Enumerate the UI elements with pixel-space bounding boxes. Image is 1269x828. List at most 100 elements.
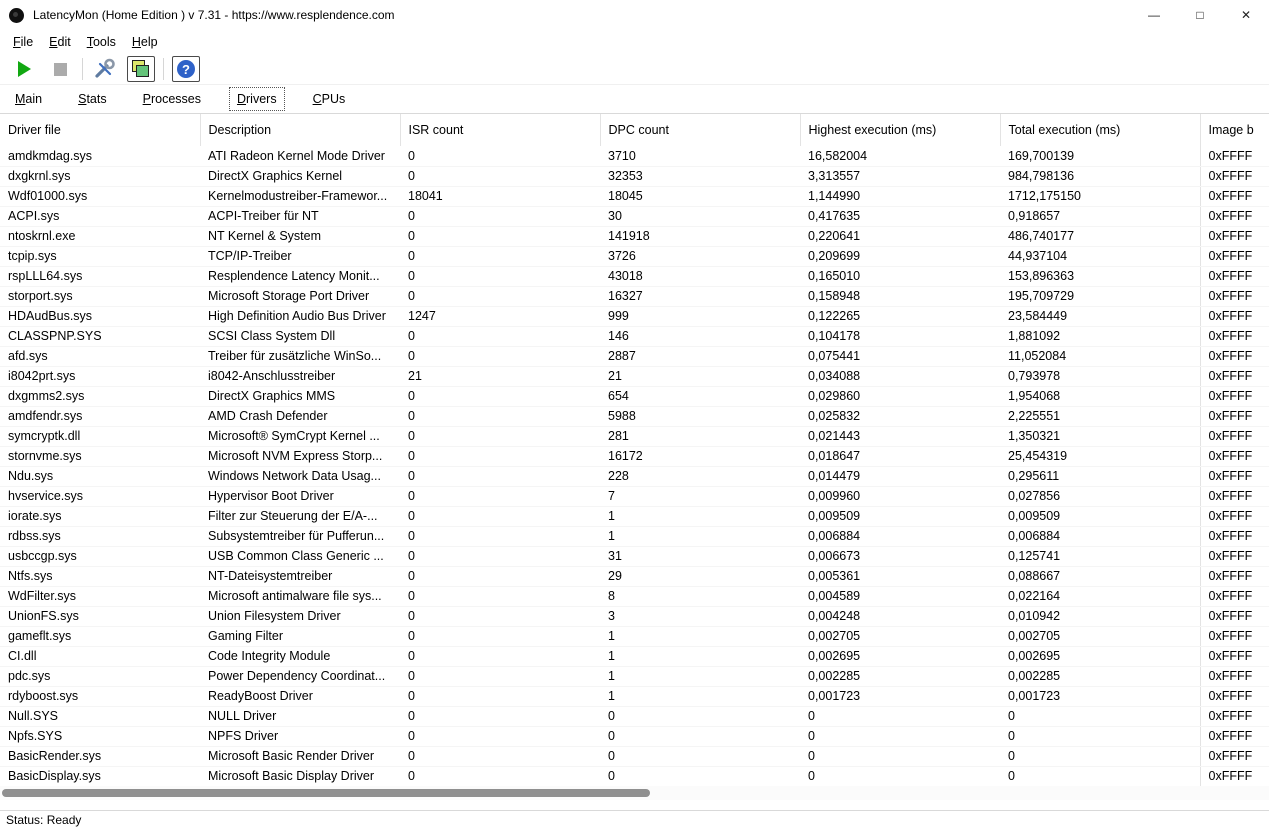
cell: HDAudBus.sys <box>0 306 200 326</box>
cell: 0 <box>400 426 600 446</box>
menu-help[interactable]: Help <box>124 32 166 52</box>
driver-row[interactable]: ACPI.sysACPI-Treiber für NT0300,4176350,… <box>0 206 1269 226</box>
cell: rdbss.sys <box>0 526 200 546</box>
column-header[interactable]: Driver file <box>0 114 200 146</box>
minimize-button[interactable]: — <box>1131 0 1177 30</box>
driver-row[interactable]: Ntfs.sysNT-Dateisystemtreiber0290,005361… <box>0 566 1269 586</box>
cell: 0xFFFF <box>1200 186 1269 206</box>
driver-row[interactable]: rdyboost.sysReadyBoost Driver010,0017230… <box>0 686 1269 706</box>
driver-row[interactable]: Wdf01000.sysKernelmodustreiber-Framewor.… <box>0 186 1269 206</box>
tab-drivers[interactable]: Drivers <box>230 88 284 110</box>
menu-tools[interactable]: Tools <box>79 32 124 52</box>
stop-monitor-button[interactable] <box>46 56 74 82</box>
cell: 0 <box>400 586 600 606</box>
close-button[interactable]: ✕ <box>1223 0 1269 30</box>
cell: 0 <box>1000 706 1200 726</box>
driver-row[interactable]: stornvme.sysMicrosoft NVM Express Storp.… <box>0 446 1269 466</box>
driver-row[interactable]: i8042prt.sysi8042-Anschlusstreiber21210,… <box>0 366 1269 386</box>
driver-row[interactable]: storport.sysMicrosoft Storage Port Drive… <box>0 286 1269 306</box>
driver-row[interactable]: rdbss.sysSubsystemtreiber für Pufferun..… <box>0 526 1269 546</box>
driver-row[interactable]: usbccgp.sysUSB Common Class Generic ...0… <box>0 546 1269 566</box>
cell: 16172 <box>600 446 800 466</box>
cell: 0,104178 <box>800 326 1000 346</box>
cell: 8 <box>600 586 800 606</box>
driver-row[interactable]: BasicRender.sysMicrosoft Basic Render Dr… <box>0 746 1269 766</box>
column-header[interactable]: Total execution (ms) <box>1000 114 1200 146</box>
cell: 0xFFFF <box>1200 366 1269 386</box>
menu-file[interactable]: File <box>5 32 41 52</box>
copy-report-button[interactable] <box>127 56 155 82</box>
driver-row[interactable]: hvservice.sysHypervisor Boot Driver070,0… <box>0 486 1269 506</box>
start-monitor-button[interactable] <box>10 56 38 82</box>
menu-edit[interactable]: Edit <box>41 32 79 52</box>
cell: 0,002705 <box>800 626 1000 646</box>
cell: 43018 <box>600 266 800 286</box>
tab-cpus[interactable]: CPUs <box>306 88 353 110</box>
cell: 0xFFFF <box>1200 486 1269 506</box>
column-header[interactable]: Description <box>200 114 400 146</box>
cell: amdkmdag.sys <box>0 146 200 166</box>
cell: 0,005361 <box>800 566 1000 586</box>
driver-row[interactable]: symcryptk.dllMicrosoft® SymCrypt Kernel … <box>0 426 1269 446</box>
cell: Microsoft antimalware file sys... <box>200 586 400 606</box>
cell: 21 <box>400 366 600 386</box>
cell: NT-Dateisystemtreiber <box>200 566 400 586</box>
cell: 0xFFFF <box>1200 226 1269 246</box>
horizontal-scrollbar[interactable] <box>0 786 1269 800</box>
driver-row[interactable]: pdc.sysPower Dependency Coordinat...010,… <box>0 666 1269 686</box>
driver-row[interactable]: ntoskrnl.exeNT Kernel & System01419180,2… <box>0 226 1269 246</box>
driver-row[interactable]: CI.dllCode Integrity Module010,0026950,0… <box>0 646 1269 666</box>
tab-stats[interactable]: Stats <box>71 88 114 110</box>
driver-row[interactable]: amdkmdag.sysATI Radeon Kernel Mode Drive… <box>0 146 1269 166</box>
cell: 0,002695 <box>1000 646 1200 666</box>
cell: ATI Radeon Kernel Mode Driver <box>200 146 400 166</box>
driver-row[interactable]: Ndu.sysWindows Network Data Usag...02280… <box>0 466 1269 486</box>
cell: 0xFFFF <box>1200 206 1269 226</box>
driver-row[interactable]: amdfendr.sysAMD Crash Defender059880,025… <box>0 406 1269 426</box>
help-button[interactable]: ? <box>172 56 200 82</box>
cell: 1712,175150 <box>1000 186 1200 206</box>
cell: 0 <box>400 406 600 426</box>
cell: 169,700139 <box>1000 146 1200 166</box>
tab-main[interactable]: Main <box>8 88 49 110</box>
driver-row[interactable]: CLASSPNP.SYSSCSI Class System Dll01460,1… <box>0 326 1269 346</box>
cell: rspLLL64.sys <box>0 266 200 286</box>
cell: Gaming Filter <box>200 626 400 646</box>
cell: 0 <box>400 326 600 346</box>
driver-row[interactable]: dxgkrnl.sysDirectX Graphics Kernel032353… <box>0 166 1269 186</box>
driver-row[interactable]: BasicDisplay.sysMicrosoft Basic Display … <box>0 766 1269 786</box>
window-controls: — □ ✕ <box>1131 0 1269 30</box>
cell: 0,022164 <box>1000 586 1200 606</box>
driver-row[interactable]: dxgmms2.sysDirectX Graphics MMS06540,029… <box>0 386 1269 406</box>
driver-row[interactable]: gameflt.sysGaming Filter010,0027050,0027… <box>0 626 1269 646</box>
driver-row[interactable]: afd.sysTreiber für zusätzliche WinSo...0… <box>0 346 1269 366</box>
column-header[interactable]: Image b <box>1200 114 1269 146</box>
tools-button[interactable] <box>91 56 119 82</box>
tab-processes[interactable]: Processes <box>136 88 208 110</box>
maximize-button[interactable]: □ <box>1177 0 1223 30</box>
driver-row[interactable]: rspLLL64.sysResplendence Latency Monit..… <box>0 266 1269 286</box>
cell: 11,052084 <box>1000 346 1200 366</box>
cell: 0,027856 <box>1000 486 1200 506</box>
driver-row[interactable]: tcpip.sysTCP/IP-Treiber037260,20969944,9… <box>0 246 1269 266</box>
driver-row[interactable]: Npfs.SYSNPFS Driver00000xFFFF <box>0 726 1269 746</box>
cell: 654 <box>600 386 800 406</box>
cell: DirectX Graphics Kernel <box>200 166 400 186</box>
column-header[interactable]: DPC count <box>600 114 800 146</box>
driver-row[interactable]: Null.SYSNULL Driver00000xFFFF <box>0 706 1269 726</box>
cell: 0 <box>400 286 600 306</box>
drivers-table: Driver fileDescriptionISR countDPC count… <box>0 114 1269 786</box>
driver-row[interactable]: HDAudBus.sysHigh Definition Audio Bus Dr… <box>0 306 1269 326</box>
cell: 16327 <box>600 286 800 306</box>
scrollbar-thumb[interactable] <box>2 789 650 797</box>
driver-row[interactable]: WdFilter.sysMicrosoft antimalware file s… <box>0 586 1269 606</box>
cell: 0xFFFF <box>1200 626 1269 646</box>
column-header[interactable]: Highest execution (ms) <box>800 114 1000 146</box>
column-header[interactable]: ISR count <box>400 114 600 146</box>
driver-row[interactable]: UnionFS.sysUnion Filesystem Driver030,00… <box>0 606 1269 626</box>
cell: 2887 <box>600 346 800 366</box>
driver-row[interactable]: iorate.sysFilter zur Steuerung der E/A-.… <box>0 506 1269 526</box>
cell: 0 <box>800 706 1000 726</box>
cell: 1 <box>600 646 800 666</box>
cell: 21 <box>600 366 800 386</box>
